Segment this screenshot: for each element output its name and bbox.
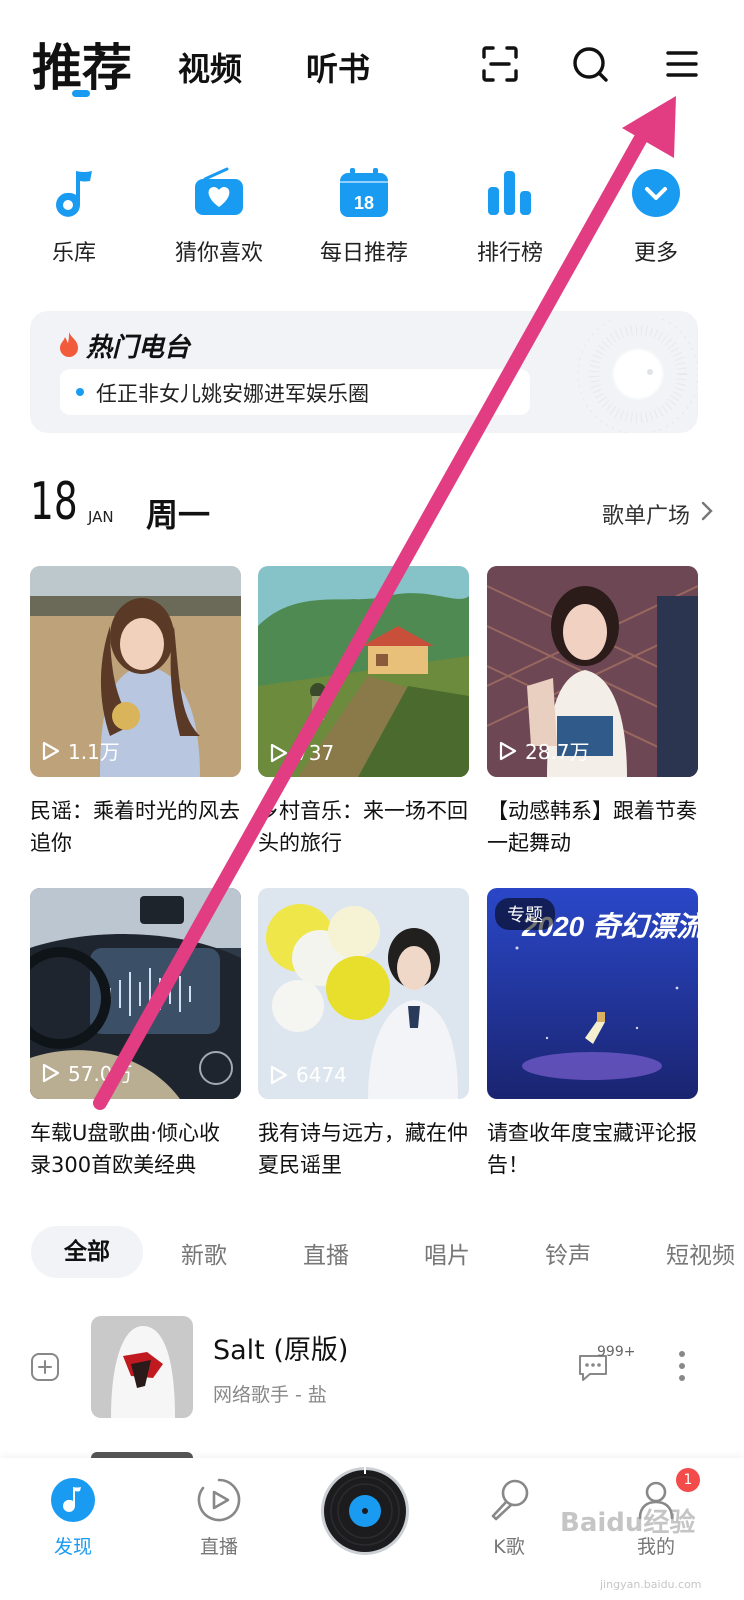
discover-icon [51, 1478, 95, 1522]
play-count: 57.0万 [42, 1058, 133, 1087]
category-tab-ringtone[interactable]: 铃声 [545, 1236, 591, 1270]
bar-chart-icon [488, 171, 531, 215]
playlist-card[interactable]: 1.1万 民谣：乘着时光的风去追你 [30, 566, 241, 859]
nav-label: 直播 [199, 1536, 238, 1558]
hot-radio-item-text: 任正非女儿姚安娜进军娱乐圈 [96, 382, 369, 406]
play-icon [42, 741, 60, 760]
category-tab-new[interactable]: 新歌 [181, 1236, 227, 1270]
music-note-icon [56, 171, 92, 217]
playlist-cover[interactable]: 28.7万 [487, 566, 698, 777]
quick-nav-more[interactable]: 更多 [596, 165, 716, 267]
playlist-card[interactable]: 6474 我有诗与远方，藏在仲夏民谣里 [258, 888, 469, 1181]
quick-nav-label: 每日推荐 [319, 241, 408, 266]
bullet-dot [76, 388, 84, 396]
cover-image-salt [91, 1316, 193, 1418]
category-tab-album[interactable]: 唱片 [424, 1236, 470, 1270]
top-bar: 推荐 视频 听书 [0, 0, 744, 120]
playlist-card[interactable]: 57.0万 车载U盘歌曲·倾心收录300首欧美经典 [30, 888, 241, 1181]
quick-nav-charts[interactable]: 排行榜 [450, 165, 570, 267]
play-icon [499, 741, 517, 760]
quick-nav-label: 更多 [633, 241, 678, 266]
menu-icon[interactable] [662, 44, 702, 84]
playlist-card[interactable]: 737 乡村音乐：来一场不回头的旅行 [258, 566, 469, 859]
playlist-title[interactable]: 车载U盘歌曲·倾心收录300首欧美经典 [30, 1117, 241, 1181]
quick-nav-guess[interactable]: 猜你喜欢 [159, 165, 279, 267]
playlist-title[interactable]: 乡村音乐：来一场不回头的旅行 [258, 795, 469, 859]
play-count-text: 1.1万 [68, 740, 120, 764]
play-count: 6474 [270, 1063, 347, 1087]
more-vertical-icon[interactable] [678, 1350, 686, 1382]
date-weekday: 周一 [146, 496, 211, 534]
comment-count: 999+ [597, 1344, 636, 1360]
play-icon [270, 1065, 288, 1085]
play-count: 1.1万 [42, 736, 120, 765]
nav-discover[interactable]: 发现 [23, 1476, 123, 1559]
nav-label: 发现 [53, 1536, 92, 1558]
category-tab-live[interactable]: 直播 [303, 1236, 349, 1270]
play-count-text: 28.7万 [525, 740, 590, 764]
quick-nav-daily[interactable]: 18 每日推荐 [304, 165, 424, 267]
quick-nav-library[interactable]: 乐库 [14, 165, 134, 267]
search-icon[interactable] [570, 44, 610, 84]
quick-nav-label: 猜你喜欢 [174, 241, 263, 266]
song-cover[interactable] [91, 1316, 193, 1418]
calendar-day: 18 [354, 193, 374, 213]
play-icon [270, 743, 288, 763]
play-count: 737 [270, 741, 334, 765]
date-day: 18 [30, 472, 78, 532]
playlist-cover[interactable]: 737 [258, 566, 469, 777]
live-play-icon [197, 1478, 241, 1522]
active-tab-indicator [72, 90, 90, 97]
play-count-text: 737 [296, 741, 335, 765]
play-count-text: 6474 [296, 1063, 347, 1087]
add-icon[interactable] [30, 1352, 60, 1382]
category-tab-short-video[interactable]: 短视频 [666, 1236, 735, 1270]
tab-audiobook[interactable]: 听书 [306, 44, 370, 90]
chevron-down-circle-icon [632, 169, 680, 217]
playlist-card[interactable]: 2020 奇幻漂流评 专题 请查收年度宝藏评论报告！ [487, 888, 698, 1181]
play-icon [42, 1063, 60, 1082]
notification-badge: 1 [676, 1468, 700, 1492]
song-title: Salt (原版) [213, 1335, 349, 1366]
quick-nav: 乐库 猜你喜欢 18 每日推荐 排行榜 更多 [0, 165, 744, 275]
play-count-text: 57.0万 [68, 1062, 133, 1086]
fire-icon [60, 332, 78, 357]
playlist-cover[interactable]: 2020 奇幻漂流评 专题 [487, 888, 698, 1099]
playlist-cover[interactable]: 57.0万 [30, 888, 241, 1099]
quick-nav-label: 乐库 [51, 241, 96, 266]
playlist-title[interactable]: 请查收年度宝藏评论报告！ [487, 1117, 698, 1181]
now-playing-disc-icon[interactable] [320, 1466, 410, 1556]
hot-radio-card[interactable]: 热门电台 任正非女儿姚安娜进军娱乐圈 [30, 311, 698, 433]
microphone-icon [491, 1479, 529, 1521]
tab-video[interactable]: 视频 [178, 44, 242, 90]
song-artist: 网络歌手 - 盐 [213, 1384, 327, 1406]
calendar-icon: 18 [340, 168, 388, 217]
date-month: JAN [88, 508, 114, 526]
playlist-cover[interactable]: 6474 [258, 888, 469, 1099]
chevron-right-icon[interactable] [700, 500, 714, 522]
radio-heart-icon [195, 167, 243, 215]
radio-dial-icon [577, 319, 698, 433]
playlist-card[interactable]: 28.7万 【动感韩系】跟着节奏一起舞动 [487, 566, 698, 859]
date-header: 18 JAN 周一 歌单广场 [30, 470, 714, 540]
play-count: 28.7万 [499, 736, 590, 765]
hot-radio-title: 热门电台 [86, 333, 191, 363]
song-row[interactable]: Salt (原版) 网络歌手 - 盐 999+ [0, 1314, 744, 1418]
playlist-plaza-link[interactable]: 歌单广场 [602, 498, 690, 530]
nav-karaoke[interactable]: K歌 [459, 1476, 559, 1559]
topic-badge: 专题 [495, 898, 555, 930]
playlist-title[interactable]: 我有诗与远方，藏在仲夏民谣里 [258, 1117, 469, 1181]
hot-radio-item[interactable]: 任正非女儿姚安娜进军娱乐圈 [60, 369, 530, 415]
watermark-logo: Baidu经验 [560, 1508, 696, 1538]
playlist-title[interactable]: 民谣：乘着时光的风去追你 [30, 795, 241, 859]
category-tab-all[interactable]: 全部 [31, 1226, 143, 1278]
playlist-title[interactable]: 【动感韩系】跟着节奏一起舞动 [487, 795, 698, 859]
quick-nav-label: 排行榜 [476, 241, 543, 266]
scan-icon[interactable] [480, 44, 520, 84]
watermark-url: jingyan.baidu.com [600, 1578, 702, 1591]
category-tabs: 全部 新歌 直播 唱片 铃声 短视频 [0, 1226, 744, 1282]
nav-label: K歌 [493, 1536, 525, 1558]
nav-live[interactable]: 直播 [169, 1476, 269, 1559]
playlist-cover[interactable]: 1.1万 [30, 566, 241, 777]
